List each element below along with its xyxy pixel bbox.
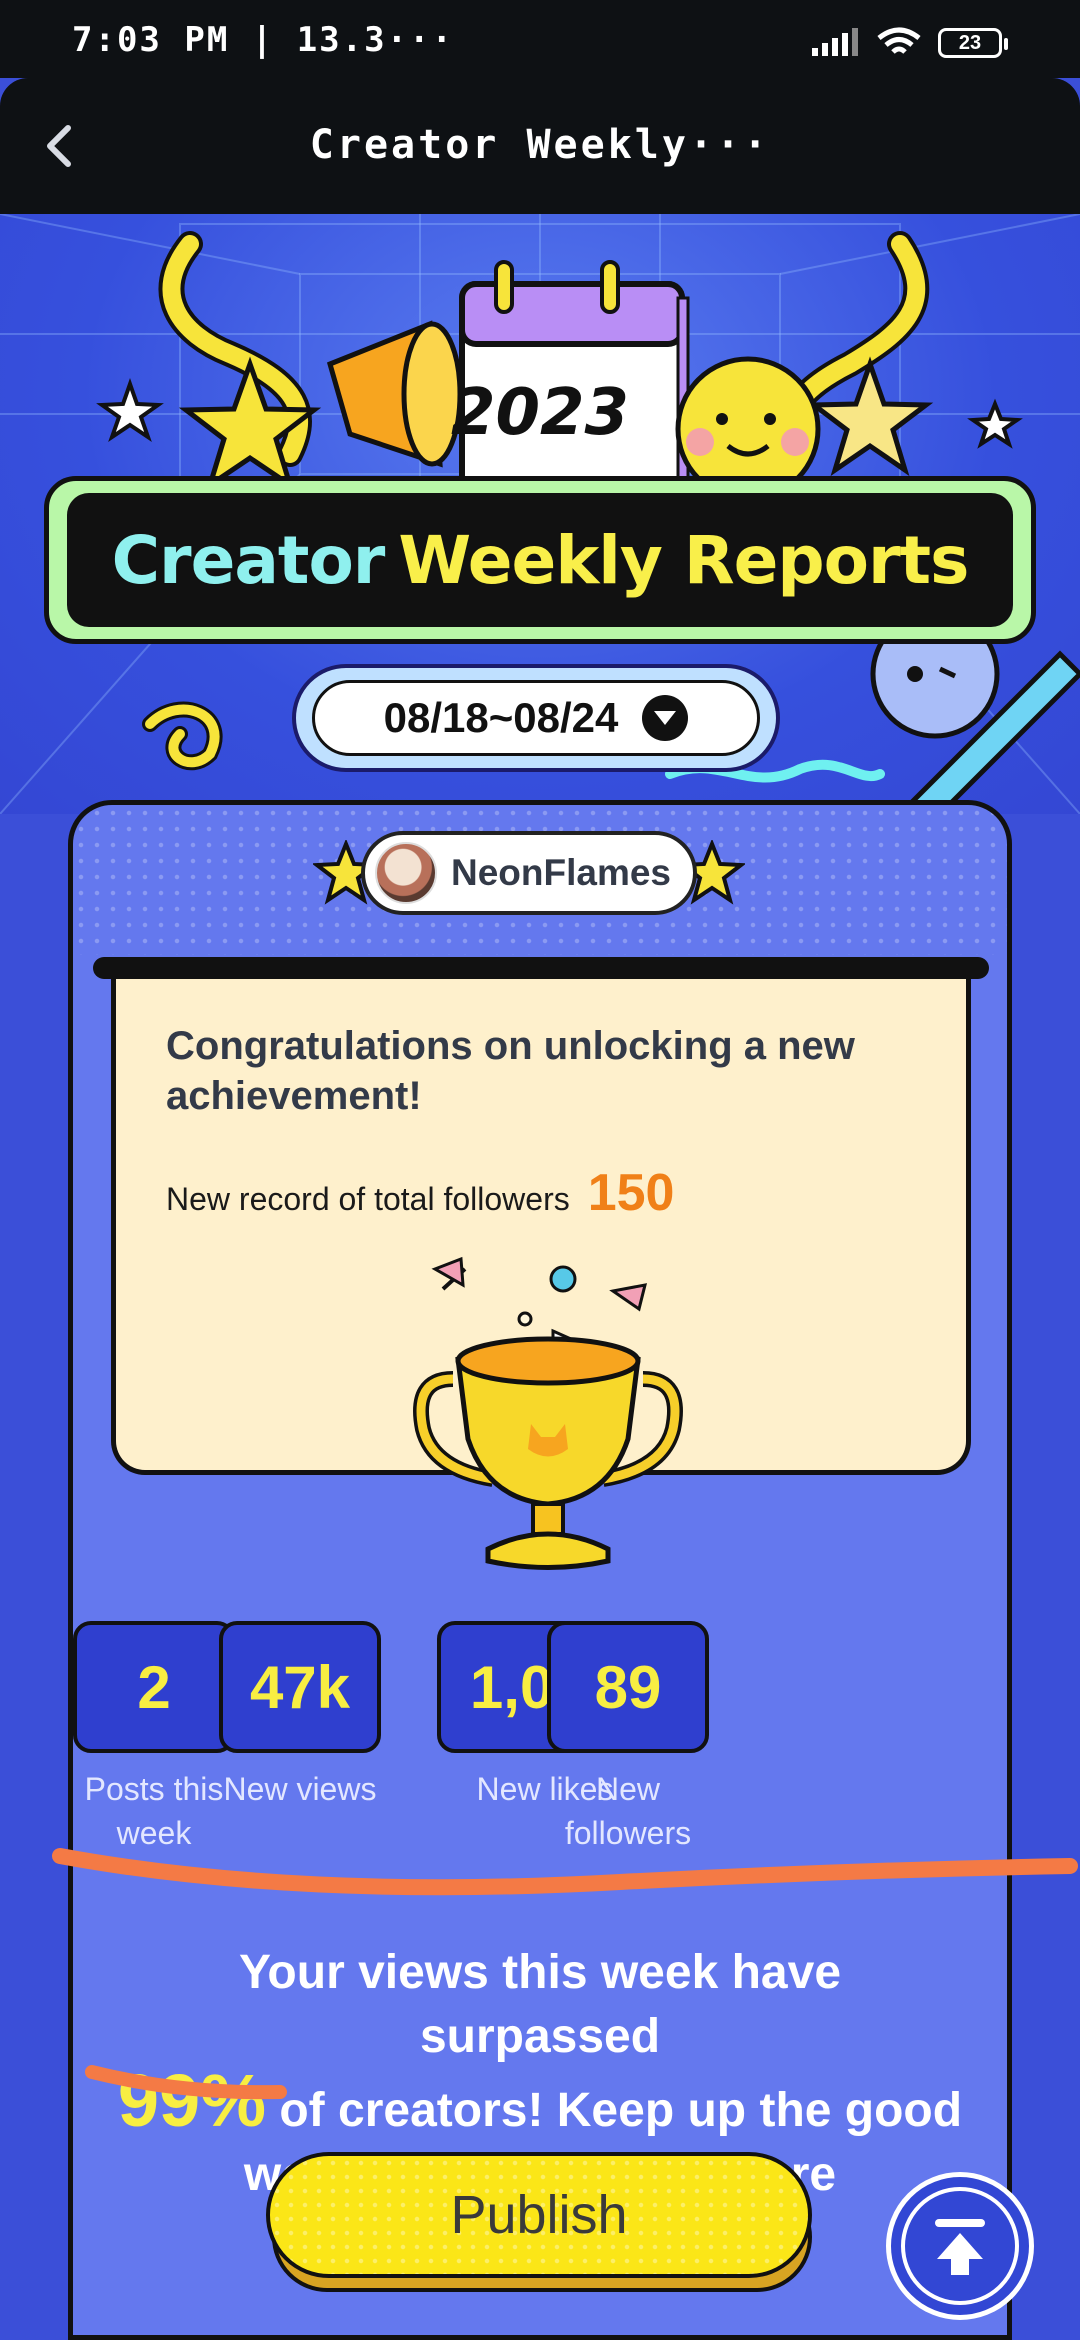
page-title: Creator Weekly··· (309, 122, 771, 168)
battery-icon: 23 (938, 28, 1008, 58)
trophy-icon (413, 1256, 683, 1570)
report-card: NeonFlames Congratulations on unlocking … (68, 800, 1012, 2340)
stat-posts-label: Posts this week (84, 1771, 224, 1851)
chevron-down-icon[interactable] (642, 695, 689, 741)
calendar-year: 2023 (451, 376, 629, 450)
status-icons: 23 (810, 26, 1008, 60)
stat-followers-label: New followers (564, 1771, 692, 1851)
stat-views-label: New views (223, 1771, 377, 1807)
avatar (375, 842, 437, 904)
wifi-icon (877, 27, 921, 54)
surpass-pre: Your views this week have surpassed (238, 1946, 842, 2063)
date-range-selector[interactable]: 08/18~08/24 (292, 664, 780, 772)
publish-button[interactable]: Publish (266, 2152, 812, 2278)
report-title-part2: Weekly Reports (397, 520, 971, 600)
user-pill[interactable]: NeonFlames (361, 831, 698, 915)
report-title-part1: Creator (110, 520, 387, 600)
app-header: Creator Weekly··· (0, 78, 1080, 214)
stat-posts-value: 2 (73, 1621, 235, 1753)
record-row: New record of total followers 150 (166, 1163, 674, 1223)
publish-area: Publish (266, 2152, 816, 2298)
record-label: New record of total followers (166, 1181, 570, 1217)
scroll-to-top-button[interactable] (886, 2172, 1034, 2320)
stats-row: 2 Posts this week 47k New views 1,082 Ne… (73, 1621, 1007, 1851)
status-bar: 7:03 PM | 13.3··· 23 (0, 0, 1080, 78)
report-title-plate: Creator Weekly Reports (44, 476, 1036, 644)
scroll-rod (93, 957, 989, 979)
stat-views: 47k New views (219, 1621, 381, 1811)
stat-followers-value: 89 (547, 1621, 709, 1753)
date-range-text: 08/18~08/24 (383, 694, 619, 741)
record-value: 150 (587, 1164, 675, 1222)
stat-views-value: 47k (219, 1621, 381, 1753)
surpass-percent: 99% (117, 2059, 267, 2142)
stat-followers: 89 New followers (547, 1621, 709, 1855)
congrats-heading: Congratulations on unlocking a new achie… (166, 1024, 855, 1118)
banner: 2023 Creator Weekly Reports 08/18~08/24 (0, 214, 1080, 814)
user-row: NeonFlames (313, 831, 746, 915)
status-time: 7:03 PM | 13.3··· (72, 20, 454, 60)
arrow-up-icon (935, 2219, 985, 2275)
stat-posts: 2 Posts this week (73, 1621, 235, 1855)
signal-icon (812, 28, 858, 56)
username: NeonFlames (451, 852, 672, 893)
